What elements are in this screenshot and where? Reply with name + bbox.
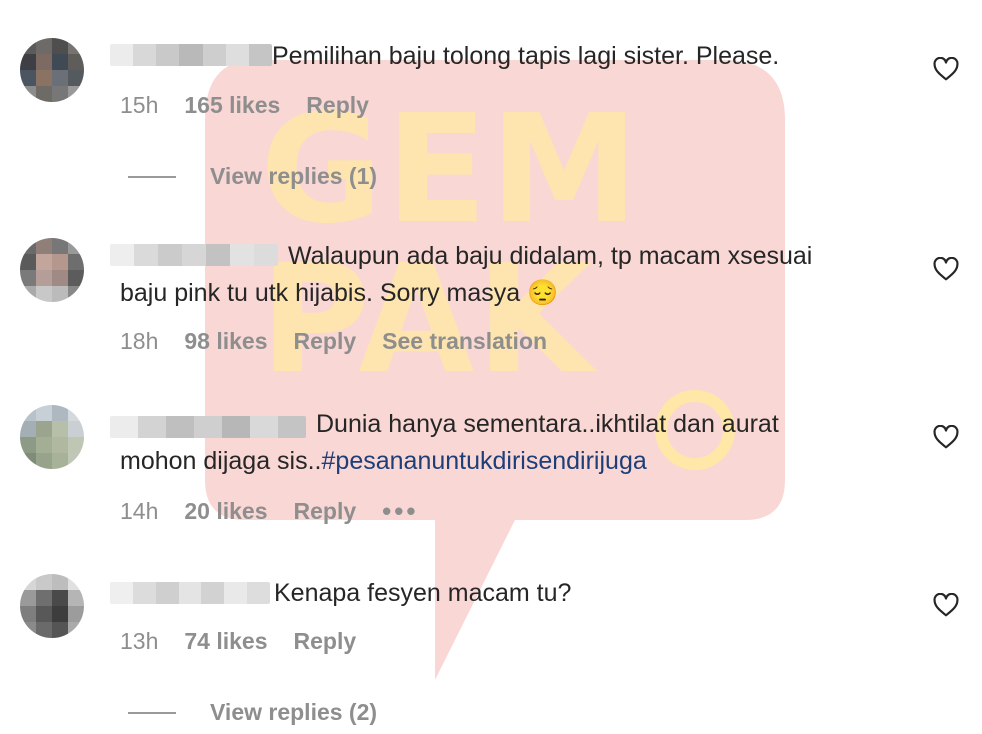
comment-meta: 15h 165 likes Reply <box>120 92 369 119</box>
avatar[interactable] <box>20 238 84 302</box>
reply-button[interactable]: Reply <box>306 92 369 119</box>
comment-meta: 14h 20 likes Reply ••• <box>120 496 418 527</box>
comment-meta: 13h 74 likes Reply <box>120 628 356 655</box>
heart-icon[interactable] <box>933 257 959 281</box>
likes-count[interactable]: 74 likes <box>184 628 267 655</box>
comment-text: Dunia hanya sementara..ikhtilat dan aura… <box>120 410 779 475</box>
view-replies-label: View replies (2) <box>210 699 378 725</box>
comment-meta: 18h 98 likes Reply See translation <box>120 328 547 355</box>
more-options-icon[interactable]: ••• <box>382 496 418 527</box>
avatar[interactable] <box>20 574 84 638</box>
view-replies-button[interactable]: View replies (1) <box>128 163 377 190</box>
comment-text: Kenapa fesyen macam tu? <box>274 579 572 607</box>
reply-button[interactable]: Reply <box>294 328 357 355</box>
reply-button[interactable]: Reply <box>294 628 357 655</box>
timestamp: 18h <box>120 328 159 354</box>
avatar[interactable] <box>20 405 84 469</box>
likes-count[interactable]: 20 likes <box>184 498 267 525</box>
comment-text: Walaupun ada baju didalam, tp macam xses… <box>120 242 813 307</box>
likes-count[interactable]: 98 likes <box>184 328 267 355</box>
heart-icon[interactable] <box>933 593 959 617</box>
see-translation-button[interactable]: See translation <box>382 328 547 355</box>
timestamp: 14h <box>120 498 159 524</box>
reply-button[interactable]: Reply <box>294 498 357 525</box>
likes-count[interactable]: 165 likes <box>184 92 280 119</box>
view-replies-button[interactable]: View replies (2) <box>128 699 377 726</box>
pensive-face-emoji: 😔 <box>527 279 559 307</box>
view-replies-label: View replies (1) <box>210 163 378 189</box>
replies-divider <box>128 711 176 714</box>
replies-divider <box>128 175 176 178</box>
heart-icon[interactable] <box>933 425 959 449</box>
comment-text: Pemilihan baju tolong tapis lagi sister.… <box>272 42 780 70</box>
timestamp: 13h <box>120 628 159 654</box>
heart-icon[interactable] <box>933 57 959 81</box>
timestamp: 15h <box>120 92 159 118</box>
avatar[interactable] <box>20 38 84 102</box>
hashtag-link[interactable]: #pesananuntukdirisendirijuga <box>322 447 647 475</box>
